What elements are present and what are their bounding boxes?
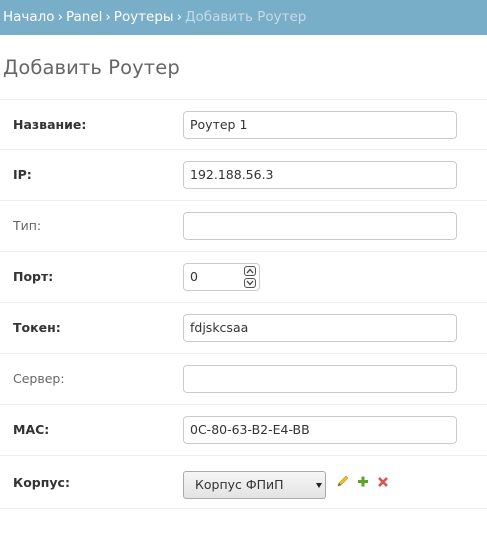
type-input[interactable] bbox=[183, 212, 457, 240]
breadcrumb-home-link[interactable]: Начало bbox=[3, 9, 55, 25]
breadcrumb-routers-link[interactable]: Роутеры bbox=[114, 9, 174, 25]
pencil-icon[interactable] bbox=[335, 474, 351, 490]
port-input[interactable]: 0 bbox=[183, 263, 260, 291]
port-label: Порт: bbox=[13, 269, 54, 284]
breadcrumb-current: Добавить Роутер bbox=[185, 9, 307, 25]
token-input[interactable]: fdjskcsaa bbox=[183, 314, 457, 342]
plus-icon[interactable] bbox=[355, 474, 371, 490]
x-icon[interactable] bbox=[375, 474, 391, 490]
mac-input[interactable]: 0C-80-63-B2-E4-BB bbox=[183, 416, 457, 444]
form-row-type: Тип: bbox=[0, 201, 487, 252]
port-stepper bbox=[244, 266, 258, 288]
building-label: Корпус: bbox=[13, 475, 70, 490]
router-form: Название: Роутер 1 IP: 192.188.56.3 Тип:… bbox=[0, 99, 487, 509]
chevron-up-icon bbox=[246, 268, 254, 274]
form-row-ip: IP: 192.188.56.3 bbox=[0, 150, 487, 201]
breadcrumb-separator: › bbox=[57, 9, 63, 25]
breadcrumb-separator: › bbox=[176, 9, 182, 25]
building-select[interactable]: Корпус ФПиП bbox=[183, 471, 326, 499]
form-row-building: Корпус: Корпус ФПиП bbox=[0, 456, 487, 509]
mac-label: MAC: bbox=[13, 422, 50, 437]
dropdown-arrow-icon bbox=[316, 483, 322, 488]
stepper-down-button[interactable] bbox=[244, 278, 256, 288]
breadcrumb-panel-link[interactable]: Panel bbox=[66, 9, 102, 25]
type-label: Тип: bbox=[13, 218, 42, 233]
form-row-token: Токен: fdjskcsaa bbox=[0, 303, 487, 354]
token-label: Токен: bbox=[13, 320, 61, 335]
form-row-mac: MAC: 0C-80-63-B2-E4-BB bbox=[0, 405, 487, 456]
port-value: 0 bbox=[190, 269, 198, 284]
server-label: Сервер: bbox=[13, 371, 65, 386]
ip-input[interactable]: 192.188.56.3 bbox=[183, 161, 457, 189]
chevron-down-icon bbox=[246, 280, 254, 286]
name-input[interactable]: Роутер 1 bbox=[183, 111, 457, 139]
name-label: Название: bbox=[13, 117, 87, 132]
ip-label: IP: bbox=[13, 167, 32, 182]
form-row-port: Порт: 0 bbox=[0, 252, 487, 303]
form-row-name: Название: Роутер 1 bbox=[0, 99, 487, 150]
breadcrumb-separator: › bbox=[105, 9, 111, 25]
breadcrumb: Начало › Panel › Роутеры › Добавить Роутер bbox=[0, 0, 487, 35]
stepper-up-button[interactable] bbox=[244, 266, 256, 276]
server-input[interactable] bbox=[183, 365, 457, 393]
building-selected-value: Корпус ФПиП bbox=[195, 477, 284, 492]
page-title: Добавить Роутер bbox=[3, 56, 180, 79]
form-row-server: Сервер: bbox=[0, 354, 487, 405]
